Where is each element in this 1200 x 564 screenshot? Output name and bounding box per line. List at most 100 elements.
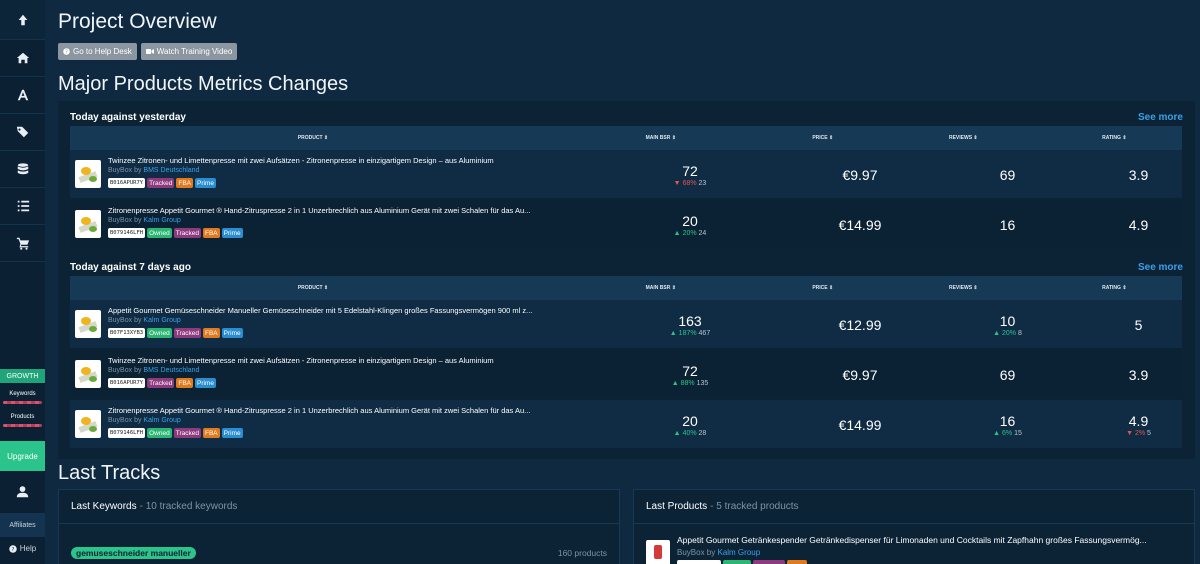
buybox-seller-link[interactable]: BMS Deutschland	[143, 367, 199, 374]
column-rating[interactable]: RATING ⇕	[1047, 135, 1182, 141]
bsr-change: ▲ 40% 28	[673, 429, 707, 437]
buybox-seller-link[interactable]: Kalm Group	[143, 217, 180, 224]
help-desk-label: Go to Help Desk	[73, 47, 132, 56]
column-product[interactable]: PRODUCT ⇕	[70, 285, 556, 291]
price-value: €9.97	[842, 366, 878, 383]
nav-list[interactable]	[0, 188, 45, 225]
prime-badge: Prime	[195, 178, 217, 188]
product-tags: B016APUR7Y Tracked FBA Prime	[108, 378, 217, 388]
nav-home[interactable]	[0, 40, 45, 77]
nav-keywords[interactable]	[0, 77, 45, 114]
last-products-card: Last Products - 5 tracked products Appet…	[633, 489, 1195, 564]
affiliates-link[interactable]: Affiliates	[0, 513, 45, 537]
training-video-button[interactable]: Watch Training Video	[140, 43, 238, 60]
asin-badge[interactable]: B079146LFH	[108, 428, 146, 438]
asin-badge[interactable]: B07F13XYB3	[108, 328, 146, 338]
owned-badge: Owned	[147, 228, 172, 238]
training-video-label: Watch Training Video	[156, 47, 233, 56]
product-name-link[interactable]: Appetit Gourmet Gemüseschneider Manuelle…	[108, 306, 578, 315]
product-thumbnail[interactable]	[75, 410, 101, 438]
column-bsr[interactable]: MAIN BSR ⇕	[556, 285, 766, 291]
tracked-badge	[753, 560, 785, 564]
product-thumbnail[interactable]	[75, 310, 101, 338]
metrics-panel: Today against yesterday See more PRODUCT…	[58, 101, 1195, 459]
reviews-value: 69	[999, 366, 1016, 383]
bsr-value: 163	[678, 312, 702, 329]
sidebar-keywords-link[interactable]: Keywords	[0, 391, 45, 397]
product-thumbnail[interactable]	[75, 360, 101, 388]
prime-badge: Prime	[221, 428, 243, 438]
rating-value: 3.9	[1128, 366, 1149, 383]
see-more-link[interactable]: See more	[1138, 112, 1183, 123]
asin-badge[interactable]: B079146LFH	[108, 228, 146, 238]
product-thumbnail[interactable]	[646, 540, 670, 564]
bsr-change: ▼ 68% 23	[673, 179, 707, 187]
asin-badge[interactable]: B016APUR7Y	[108, 378, 146, 388]
column-price[interactable]: PRICE ⇕	[766, 285, 880, 291]
reviews-value: 10	[999, 312, 1016, 329]
column-rating[interactable]: RATING ⇕	[1047, 285, 1182, 291]
price-cell: €12.99	[800, 300, 920, 349]
column-reviews[interactable]: REVIEWS ⇕	[880, 135, 1047, 141]
help-link[interactable]: ? Help	[0, 544, 45, 553]
tracked-badge: Tracked	[173, 428, 201, 438]
last-products-header: Last Products - 5 tracked products	[634, 490, 1194, 524]
bsr-change: ▲ 187% 467	[669, 329, 711, 337]
keyword-tag[interactable]: gemuseschneider manueller	[71, 547, 196, 559]
column-reviews[interactable]: REVIEWS ⇕	[880, 285, 1047, 291]
fba-badge: FBA	[202, 428, 220, 438]
collapse-sidebar-button[interactable]	[0, 0, 45, 40]
help-desk-button[interactable]: ? Go to Help Desk	[58, 43, 137, 60]
reviews-value: 16	[999, 412, 1016, 429]
column-product[interactable]: PRODUCT ⇕	[70, 135, 556, 141]
product-name-link[interactable]: Appetit Gourmet Getränkespender Getränke…	[677, 535, 1172, 545]
last-keywords-subtitle: - 10 tracked keywords	[139, 501, 238, 512]
reviews-cell: 10 ▲ 20% 8	[920, 300, 1095, 349]
sidebar-products-link[interactable]: Products	[0, 414, 45, 420]
table-row: Twinzee Zitronen- und Limettenpresse mit…	[70, 350, 1182, 399]
nav-tags[interactable]	[0, 114, 45, 151]
product-thumbnail[interactable]	[75, 210, 101, 238]
product-thumbnail[interactable]	[75, 160, 101, 188]
column-price[interactable]: PRICE ⇕	[766, 135, 880, 141]
rating-value: 4.9	[1128, 412, 1149, 429]
price-value: €9.97	[842, 166, 878, 183]
keywords-usage-bar	[3, 401, 42, 404]
buybox-seller-link[interactable]: Kalm Group	[717, 548, 760, 557]
buybox-seller-link[interactable]: Kalm Group	[143, 417, 180, 424]
rating-change: ▼ 2% 5	[1126, 429, 1151, 437]
price-cell: €14.99	[800, 200, 920, 249]
buybox-seller-link[interactable]: Kalm Group	[143, 317, 180, 324]
product-name-link[interactable]: Zitronenpresse Appetit Gourmet ® Hand-Zi…	[108, 406, 578, 415]
buybox-seller-link[interactable]: BMS Deutschland	[143, 167, 199, 174]
column-bsr[interactable]: MAIN BSR ⇕	[556, 135, 766, 141]
table-row: Zitronenpresse Appetit Gourmet ® Hand-Zi…	[70, 400, 1182, 449]
upgrade-button[interactable]: Upgrade	[0, 441, 45, 471]
see-more-link[interactable]: See more	[1138, 262, 1183, 273]
reviews-change: ▲ 6% 15	[993, 429, 1022, 437]
table-row: Appetit Gourmet Gemüseschneider Manuelle…	[70, 300, 1182, 349]
tracked-badge: Tracked	[173, 328, 201, 338]
fba-badge: FBA	[202, 328, 220, 338]
product-tags	[677, 560, 807, 564]
bsr-change: ▲ 20% 24	[673, 229, 707, 237]
asin-badge[interactable]: B016APUR7Y	[108, 178, 146, 188]
table-header: PRODUCT ⇕ MAIN BSR ⇕ PRICE ⇕ REVIEWS ⇕ R…	[70, 276, 1182, 300]
product-name-link[interactable]: Twinzee Zitronen- und Limettenpresse mit…	[108, 356, 578, 365]
product-name-link[interactable]: Twinzee Zitronen- und Limettenpresse mit…	[108, 156, 578, 165]
product-name-link[interactable]: Zitronenpresse Appetit Gourmet ® Hand-Zi…	[108, 206, 578, 215]
list-icon	[17, 200, 29, 212]
price-cell: €9.97	[800, 350, 920, 399]
product-buybox: BuyBox by Kalm Group	[108, 217, 181, 224]
last-keywords-card: Last Keywords - 10 tracked keywords gemu…	[58, 489, 620, 564]
nav-database[interactable]	[0, 151, 45, 188]
product-buybox: BuyBox by BMS Deutschland	[108, 367, 200, 374]
table-header: PRODUCT ⇕ MAIN BSR ⇕ PRICE ⇕ REVIEWS ⇕ R…	[70, 126, 1182, 150]
bsr-cell: 20 ▲ 20% 24	[580, 200, 800, 249]
nav-cart[interactable]	[0, 225, 45, 262]
price-value: €14.99	[838, 416, 882, 433]
table-row: Zitronenpresse Appetit Gourmet ® Hand-Zi…	[70, 200, 1182, 249]
fba-badge: FBA	[176, 378, 194, 388]
user-account-button[interactable]	[0, 476, 45, 506]
bsr-cell: 20 ▲ 40% 28	[580, 400, 800, 449]
